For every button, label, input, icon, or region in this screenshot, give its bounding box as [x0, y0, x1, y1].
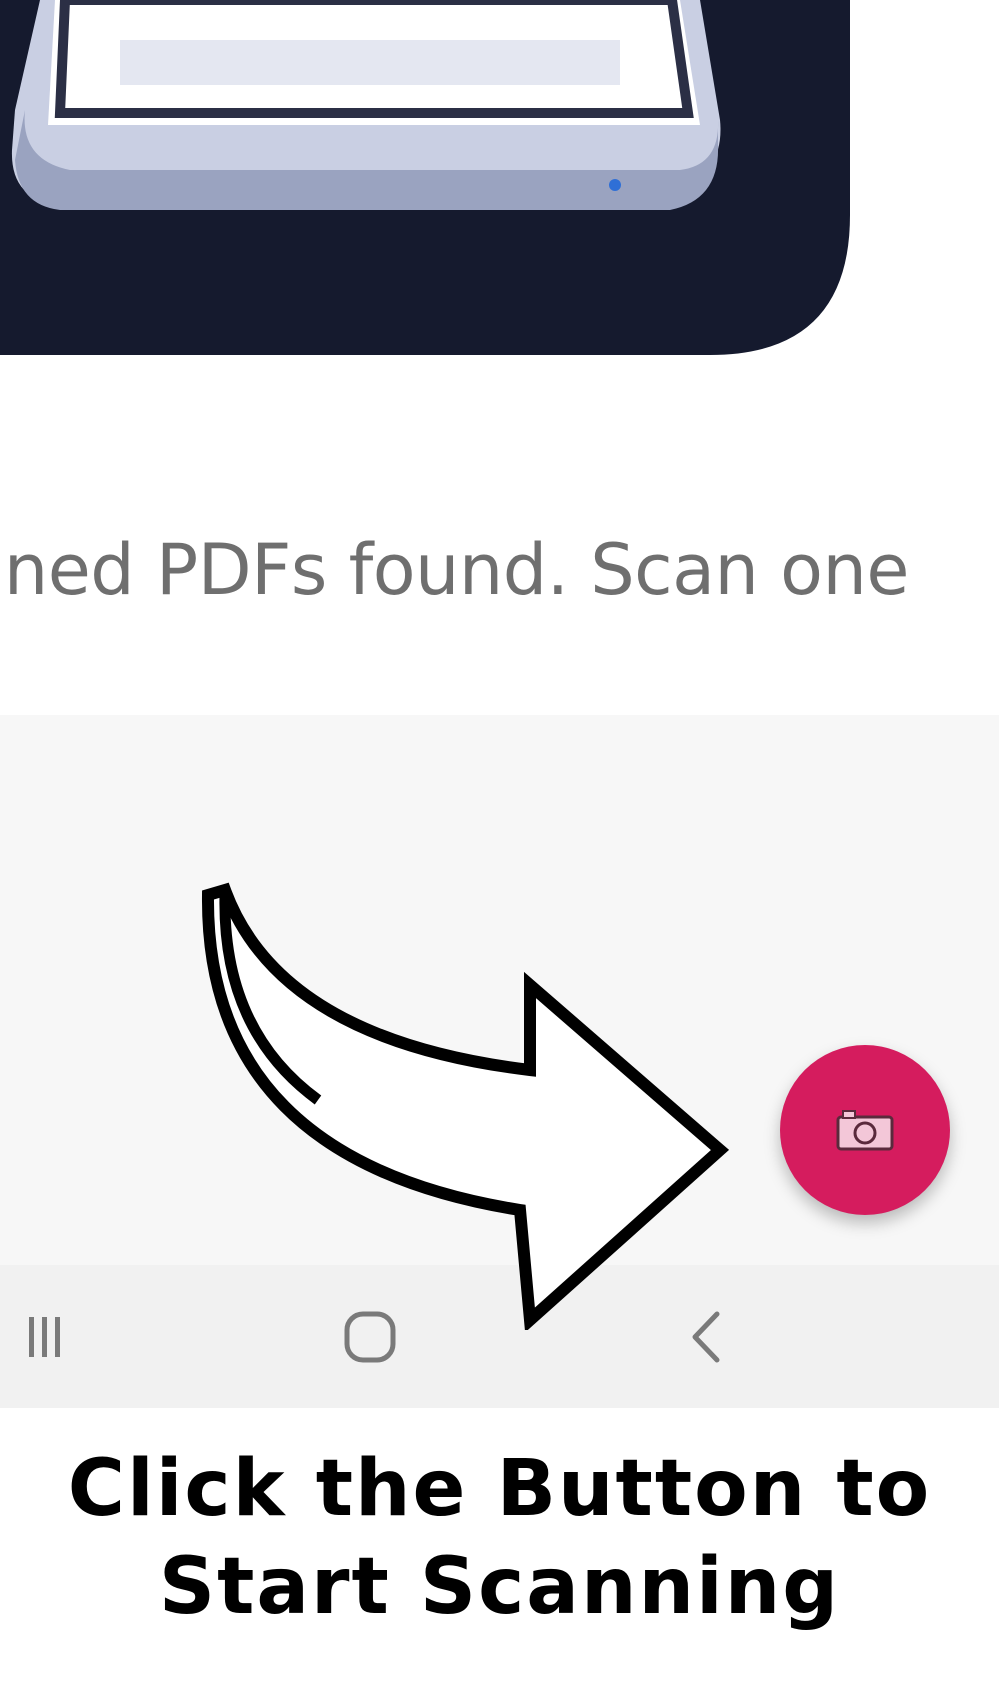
pointer-arrow	[201, 882, 730, 1330]
camera-icon	[836, 1110, 894, 1151]
instruction-caption: Click the Button to Start Scanning	[0, 1440, 999, 1636]
empty-state-message: nned PDFs found. Scan one	[0, 529, 909, 611]
recents-icon	[29, 1316, 60, 1357]
caption-line-2: Start Scanning	[158, 1542, 841, 1632]
scanner-app-icon	[0, 0, 850, 355]
screenshot-page: nned PDFs found. Scan one Click the Butt…	[0, 0, 999, 1701]
caption-line-1: Click the Button to	[67, 1444, 932, 1534]
recents-button[interactable]	[0, 1265, 90, 1408]
scan-fab-button[interactable]	[780, 1045, 950, 1215]
